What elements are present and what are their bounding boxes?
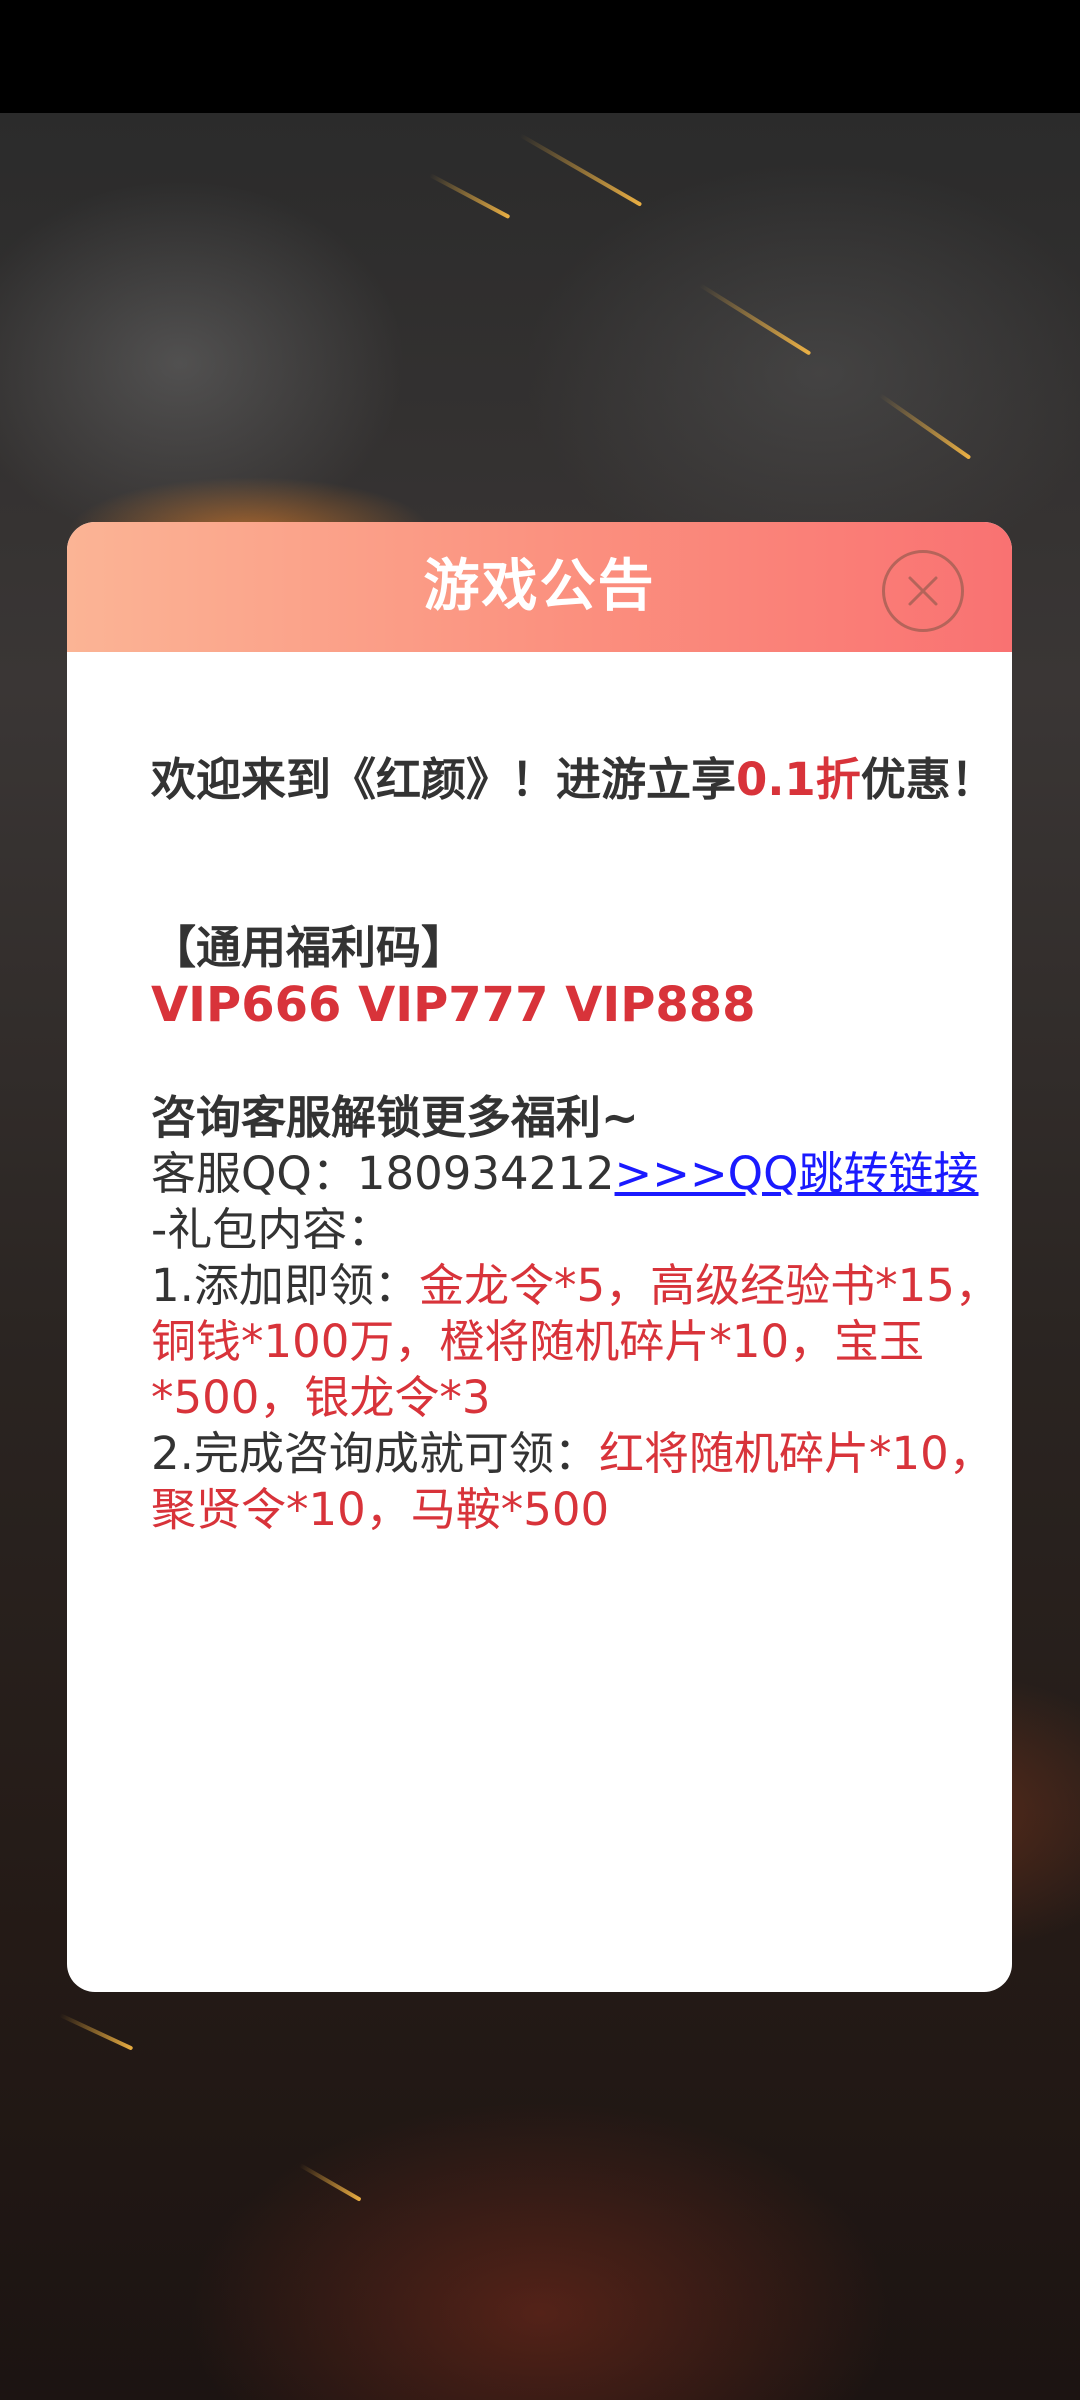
gift-2-label: 2.完成咨询成就可领： xyxy=(151,1427,599,1480)
ember-streak xyxy=(59,2013,134,2051)
qq-jump-link[interactable]: >>>QQ跳转链接 xyxy=(615,1147,979,1200)
gift-item-2: 2.完成咨询成就可领：红将随机碎片*10，聚贤令*10，马鞍*500 xyxy=(151,1426,1001,1538)
qq-number: 180934212 xyxy=(356,1147,615,1200)
gift-1-label: 1.添加即领： xyxy=(151,1259,419,1312)
welcome-suffix: 优惠！ xyxy=(860,753,996,806)
welcome-prefix: 欢迎来到《红颜》！进游立享 xyxy=(151,753,737,806)
close-button[interactable] xyxy=(882,550,964,632)
ember-streak xyxy=(878,393,972,460)
gift-codes: VIP666 VIP777 VIP888 xyxy=(151,977,756,1033)
qq-line: 客服QQ：180934212>>>QQ跳转链接 xyxy=(151,1146,1001,1202)
consult-line: 咨询客服解锁更多福利~ xyxy=(151,1091,639,1144)
qq-label: 客服QQ： xyxy=(151,1147,357,1200)
gift-header: -礼包内容： xyxy=(151,1203,393,1256)
code-section-title: 【通用福利码】 xyxy=(151,921,467,974)
ember-streak xyxy=(299,2163,362,2202)
dialog-title: 游戏公告 xyxy=(423,554,656,619)
gift-item-1: 1.添加即领：金龙令*5，高级经验书*15，铜钱*100万，橙将随机碎片*10，… xyxy=(151,1258,1001,1426)
screen: 游戏公告 欢迎来到《红颜》！进游立享0.1折优惠！ 【通用福利码】 VIP666… xyxy=(0,0,1080,2400)
ember-streak xyxy=(519,133,643,207)
close-icon xyxy=(908,576,938,606)
notice-dialog: 游戏公告 欢迎来到《红颜》！进游立享0.1折优惠！ 【通用福利码】 VIP666… xyxy=(67,522,1012,1992)
welcome-message: 欢迎来到《红颜》！进游立享0.1折优惠！ xyxy=(151,752,1001,808)
ember-streak xyxy=(429,173,511,220)
discount-highlight: 0.1折 xyxy=(736,753,861,806)
ember-streak xyxy=(698,283,812,356)
dialog-header: 游戏公告 xyxy=(67,522,1012,652)
dialog-content: 欢迎来到《红颜》！进游立享0.1折优惠！ 【通用福利码】 VIP666 VIP7… xyxy=(151,752,1001,1538)
status-bar xyxy=(0,0,1080,113)
